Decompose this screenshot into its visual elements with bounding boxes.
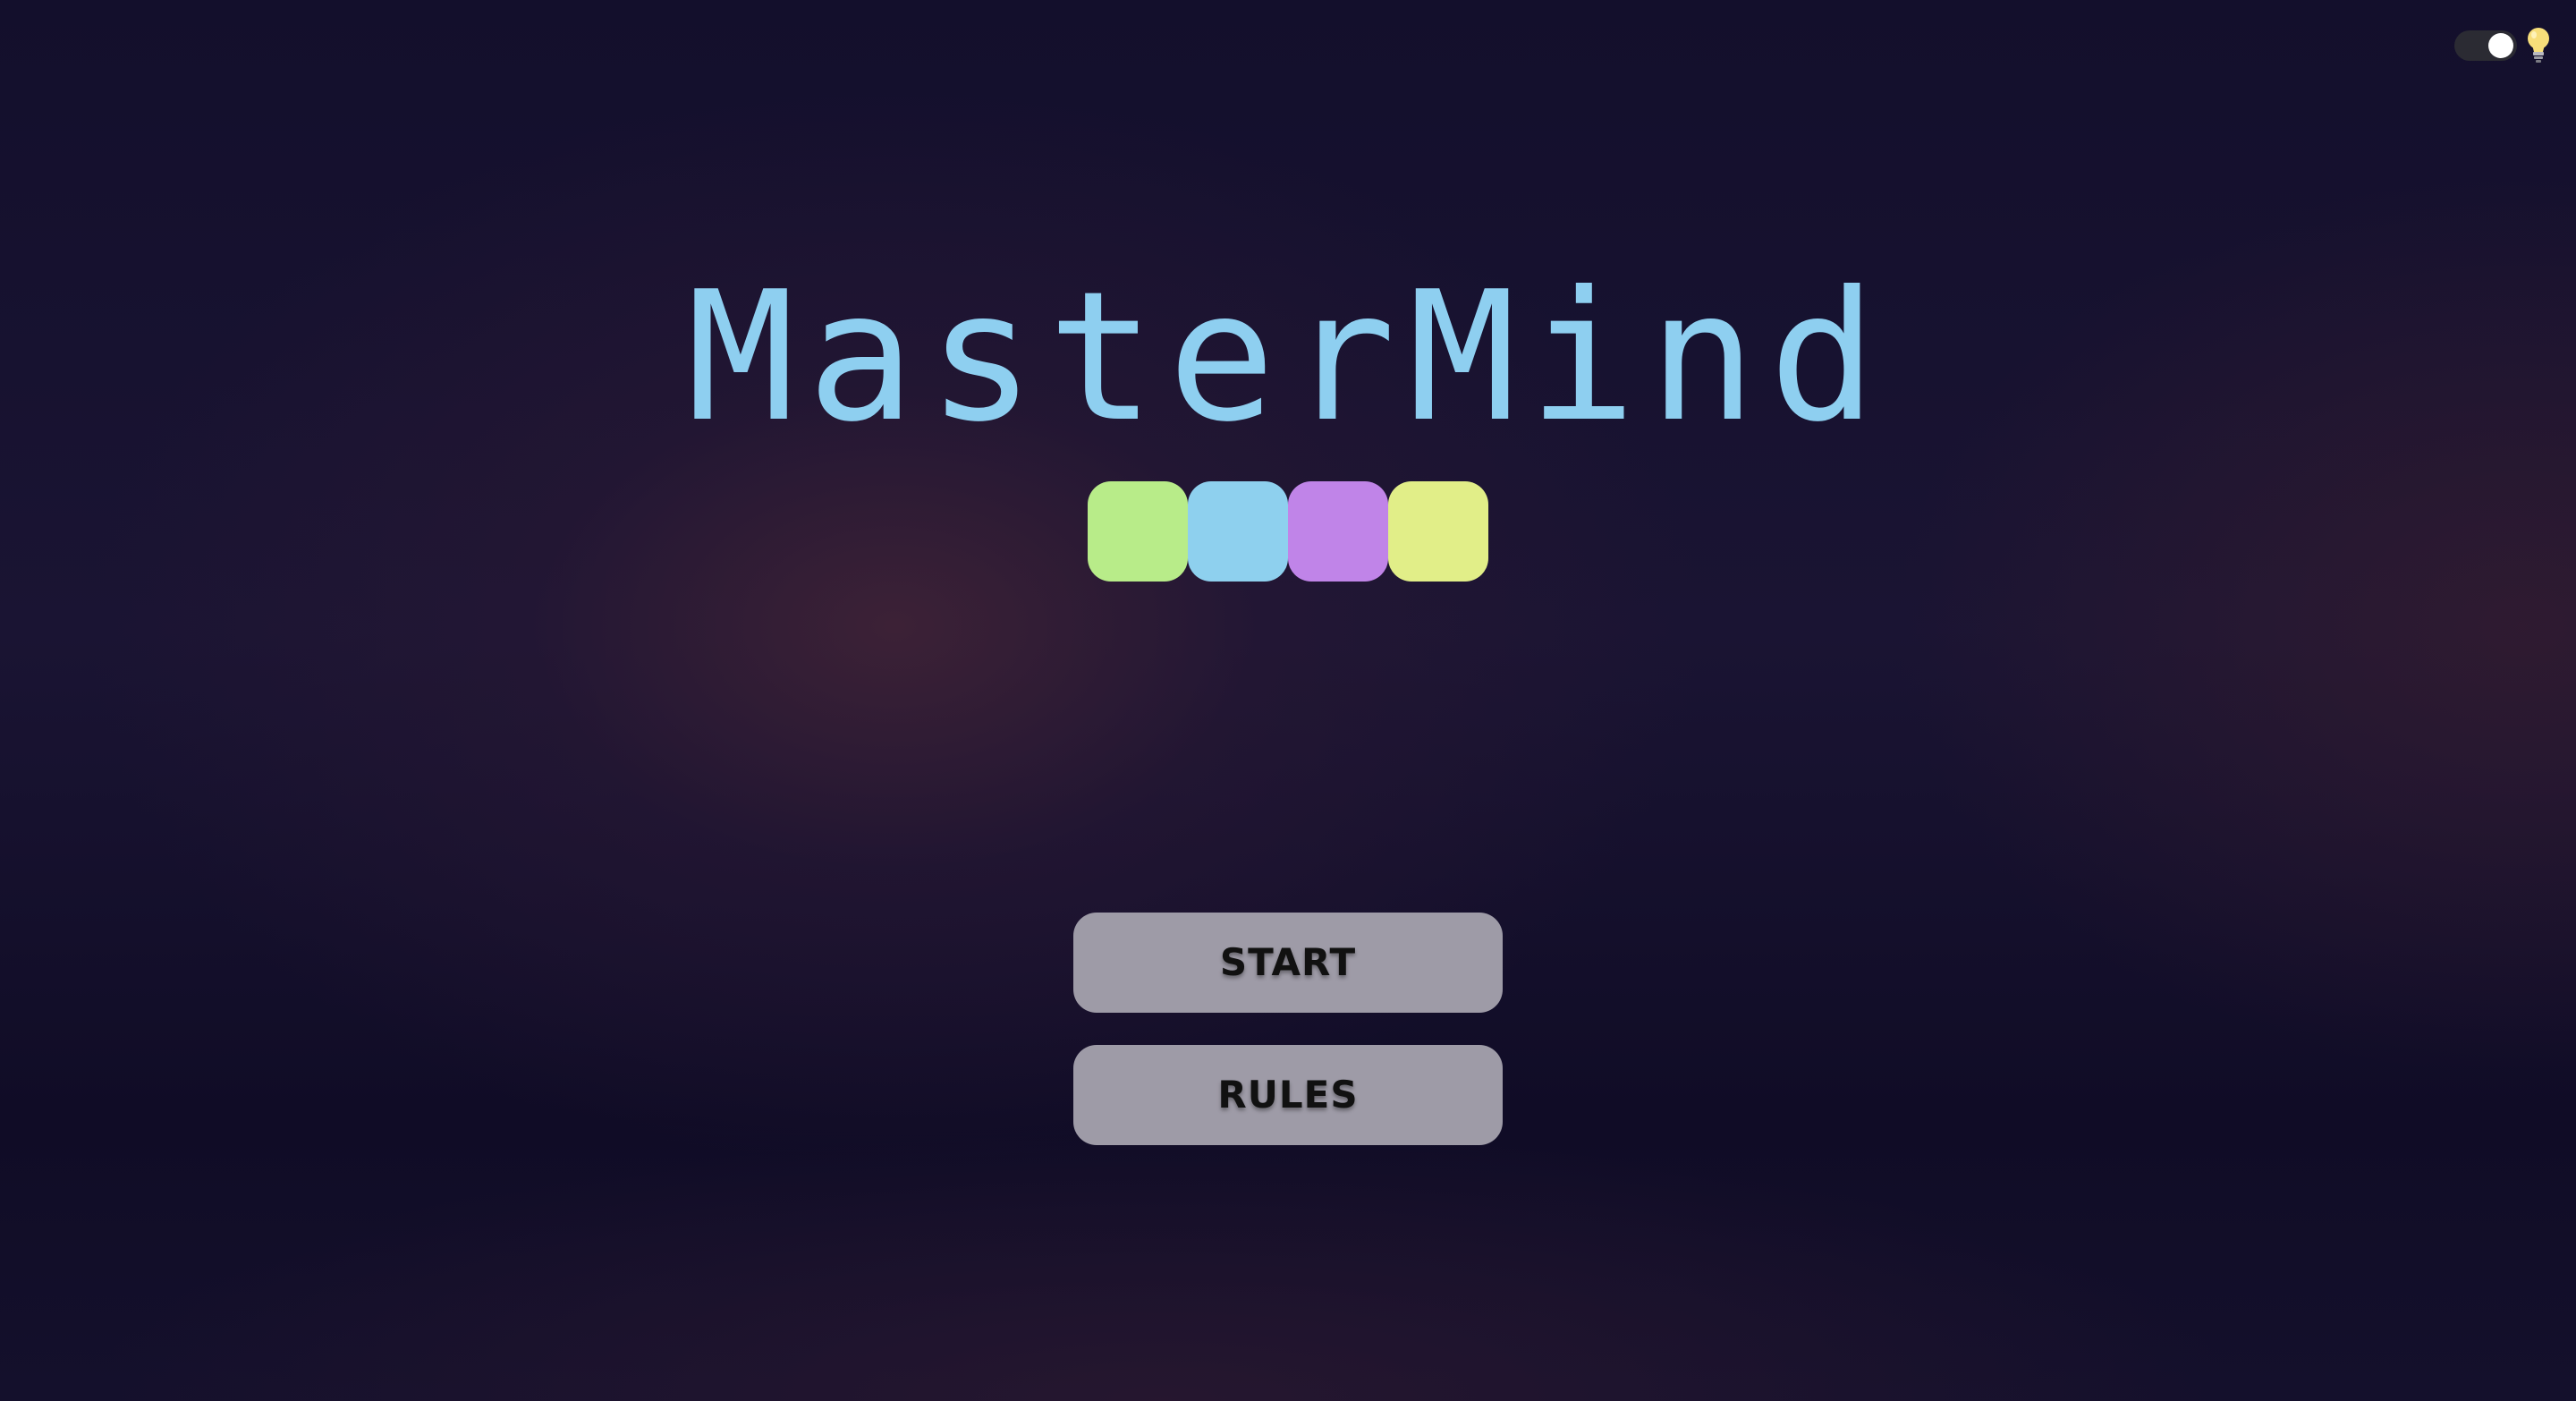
- toggle-track[interactable]: [2454, 30, 2517, 61]
- rules-button[interactable]: RULES: [1073, 1045, 1503, 1145]
- lightbulb-icon: [2528, 28, 2549, 63]
- main-menu: START RULES: [1073, 913, 1503, 1177]
- peg-yellow: [1388, 481, 1488, 582]
- peg-blue: [1188, 481, 1288, 582]
- start-button[interactable]: START: [1073, 913, 1503, 1013]
- peg-green: [1088, 481, 1188, 582]
- toggle-knob: [2488, 33, 2513, 58]
- color-pegs: [1088, 481, 1488, 582]
- peg-purple: [1288, 481, 1388, 582]
- game-title: MasterMind: [686, 253, 1890, 462]
- theme-toggle[interactable]: [2454, 25, 2558, 64]
